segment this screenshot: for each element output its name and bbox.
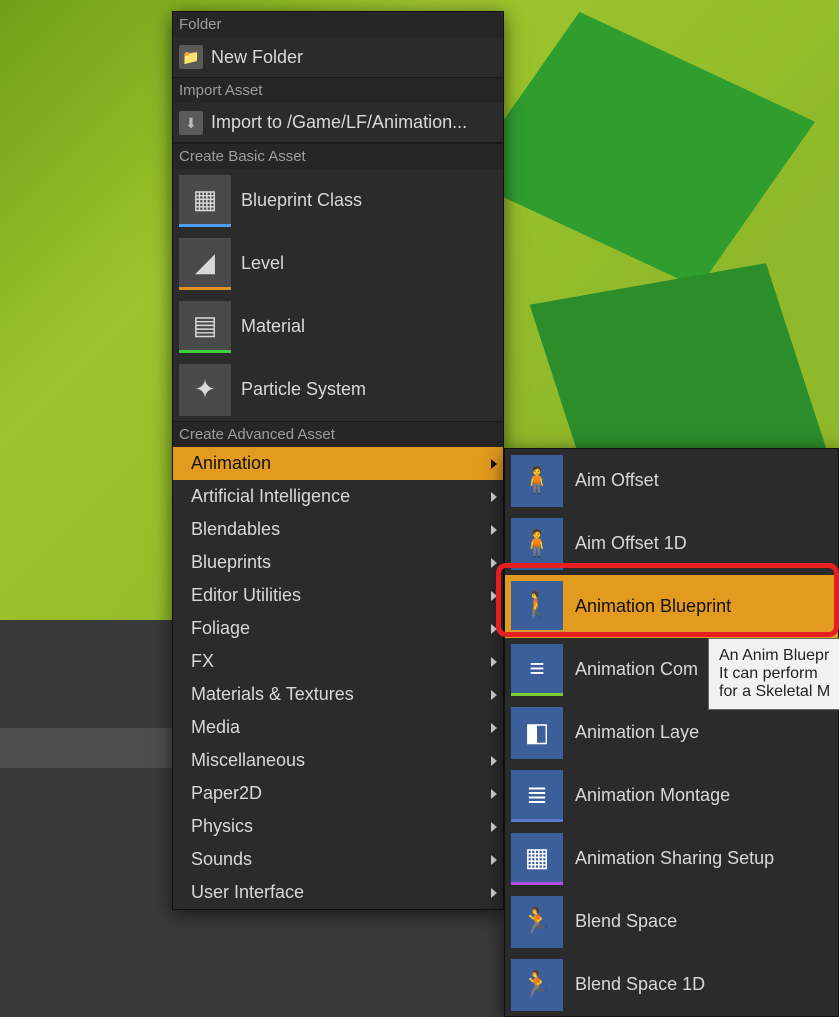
import-icon: ⬇ — [179, 111, 203, 135]
material-icon: ▤ — [179, 301, 231, 353]
section-import-header: Import Asset — [173, 77, 503, 103]
animation-layer-label: Animation Laye — [575, 722, 699, 743]
section-basic-header: Create Basic Asset — [173, 143, 503, 169]
aim-offset-1d-label: Aim Offset 1D — [575, 533, 687, 554]
new-folder-item[interactable]: 📁 New Folder — [173, 37, 503, 77]
physics-item[interactable]: Physics — [173, 810, 503, 843]
context-menu: Folder 📁 New Folder Import Asset ⬇ Impor… — [172, 11, 504, 910]
sounds-item[interactable]: Sounds — [173, 843, 503, 876]
blend-space-1d-item[interactable]: 🏃 Blend Space 1D — [505, 953, 838, 1016]
import-label: Import to /Game/LF/Animation... — [211, 112, 467, 133]
blendables-item[interactable]: Blendables — [173, 513, 503, 546]
aim-offset-icon: 🧍 — [511, 455, 563, 507]
material-item[interactable]: ▤ Material — [173, 295, 503, 358]
foliage-label: Foliage — [191, 618, 250, 639]
aim-offset-item[interactable]: 🧍 Aim Offset — [505, 449, 838, 512]
chevron-right-icon — [491, 690, 497, 700]
physics-label: Physics — [191, 816, 253, 837]
particle-system-item[interactable]: ✦ Particle System — [173, 358, 503, 421]
chevron-right-icon — [491, 459, 497, 469]
blendables-label: Blendables — [191, 519, 280, 540]
fx-item[interactable]: FX — [173, 645, 503, 678]
blueprint-class-icon: ▦ — [179, 175, 231, 227]
chevron-right-icon — [491, 855, 497, 865]
foliage-item[interactable]: Foliage — [173, 612, 503, 645]
editor-utilities-item[interactable]: Editor Utilities — [173, 579, 503, 612]
animation-label: Animation — [191, 453, 271, 474]
editor-panel-strip — [0, 728, 172, 768]
level-icon: ◢ — [179, 238, 231, 290]
fx-label: FX — [191, 651, 214, 672]
blend-space-1d-icon: 🏃 — [511, 959, 563, 1011]
import-item[interactable]: ⬇ Import to /Game/LF/Animation... — [173, 103, 503, 143]
tooltip-line3: for a Skeletal M — [719, 683, 830, 701]
blueprint-class-label: Blueprint Class — [241, 190, 362, 211]
blend-space-1d-label: Blend Space 1D — [575, 974, 705, 995]
aim-offset-1d-icon: 🧍 — [511, 518, 563, 570]
chevron-right-icon — [491, 492, 497, 502]
animation-layer-item[interactable]: ◧ Animation Laye — [505, 701, 838, 764]
animation-submenu: 🧍 Aim Offset 🧍 Aim Offset 1D 🚶 Animation… — [504, 448, 839, 1017]
materials-textures-item[interactable]: Materials & Textures — [173, 678, 503, 711]
miscellaneous-item[interactable]: Miscellaneous — [173, 744, 503, 777]
section-advanced-header: Create Advanced Asset — [173, 421, 503, 447]
chevron-right-icon — [491, 756, 497, 766]
paper2d-item[interactable]: Paper2D — [173, 777, 503, 810]
chevron-right-icon — [491, 624, 497, 634]
sounds-label: Sounds — [191, 849, 252, 870]
aim-offset-label: Aim Offset — [575, 470, 659, 491]
level-item[interactable]: ◢ Level — [173, 232, 503, 295]
animation-blueprint-item[interactable]: 🚶 Animation Blueprint — [505, 575, 838, 638]
animation-sharing-setup-label: Animation Sharing Setup — [575, 848, 774, 869]
editor-utilities-label: Editor Utilities — [191, 585, 301, 606]
new-folder-label: New Folder — [211, 47, 303, 68]
animation-sharing-setup-icon: ▦ — [511, 833, 563, 885]
animation-montage-label: Animation Montage — [575, 785, 730, 806]
chevron-right-icon — [491, 723, 497, 733]
chevron-right-icon — [491, 789, 497, 799]
blueprint-class-item[interactable]: ▦ Blueprint Class — [173, 169, 503, 232]
blueprints-label: Blueprints — [191, 552, 271, 573]
animation-item[interactable]: Animation — [173, 447, 503, 480]
chevron-right-icon — [491, 525, 497, 535]
tooltip-line2: It can perform — [719, 665, 830, 683]
media-item[interactable]: Media — [173, 711, 503, 744]
chevron-right-icon — [491, 822, 497, 832]
animation-composite-icon: ≡ — [511, 644, 563, 696]
ai-label: Artificial Intelligence — [191, 486, 350, 507]
level-label: Level — [241, 253, 284, 274]
animation-montage-item[interactable]: ≣ Animation Montage — [505, 764, 838, 827]
animation-montage-icon: ≣ — [511, 770, 563, 822]
user-interface-label: User Interface — [191, 882, 304, 903]
animation-composite-label: Animation Com — [575, 659, 698, 680]
chevron-right-icon — [491, 657, 497, 667]
chevron-right-icon — [491, 558, 497, 568]
ai-item[interactable]: Artificial Intelligence — [173, 480, 503, 513]
particle-system-label: Particle System — [241, 379, 366, 400]
folder-icon: 📁 — [179, 45, 203, 69]
media-label: Media — [191, 717, 240, 738]
particle-system-icon: ✦ — [179, 364, 231, 416]
material-label: Material — [241, 316, 305, 337]
paper2d-label: Paper2D — [191, 783, 262, 804]
tooltip-line1: An Anim Bluepr — [719, 647, 830, 665]
chevron-right-icon — [491, 888, 497, 898]
animation-layer-icon: ◧ — [511, 707, 563, 759]
chevron-right-icon — [491, 591, 497, 601]
aim-offset-1d-item[interactable]: 🧍 Aim Offset 1D — [505, 512, 838, 575]
user-interface-item[interactable]: User Interface — [173, 876, 503, 909]
animation-sharing-setup-item[interactable]: ▦ Animation Sharing Setup — [505, 827, 838, 890]
section-folder-header: Folder — [173, 12, 503, 37]
miscellaneous-label: Miscellaneous — [191, 750, 305, 771]
animation-blueprint-icon: 🚶 — [511, 581, 563, 633]
blueprints-item[interactable]: Blueprints — [173, 546, 503, 579]
materials-textures-label: Materials & Textures — [191, 684, 354, 705]
blend-space-label: Blend Space — [575, 911, 677, 932]
blend-space-icon: 🏃 — [511, 896, 563, 948]
animation-blueprint-label: Animation Blueprint — [575, 596, 731, 617]
tooltip: An Anim Bluepr It can perform for a Skel… — [708, 638, 839, 710]
blend-space-item[interactable]: 🏃 Blend Space — [505, 890, 838, 953]
